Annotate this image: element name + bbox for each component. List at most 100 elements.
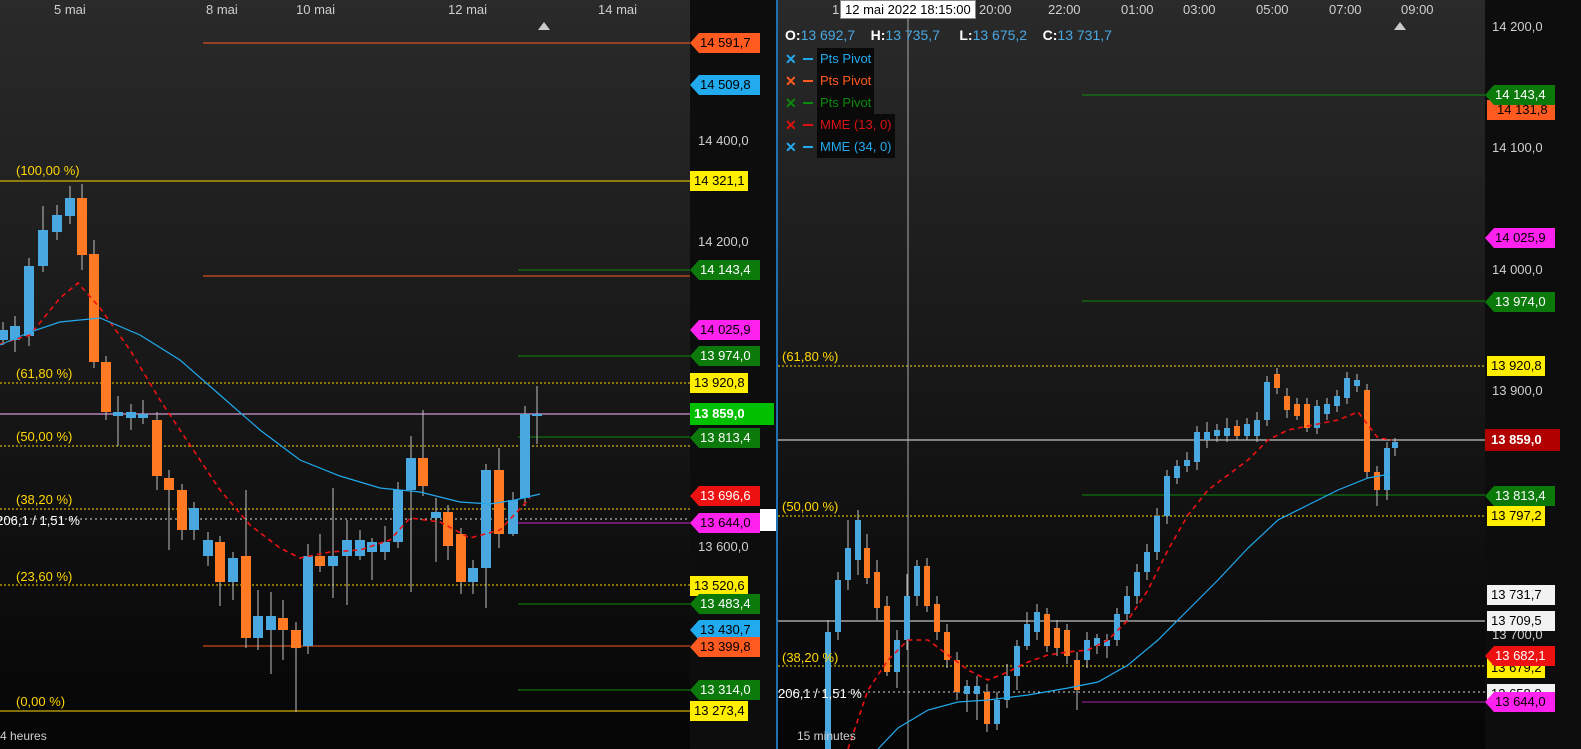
close-icon[interactable]: ✕ xyxy=(785,92,801,114)
scroll-marker-icon[interactable] xyxy=(538,22,550,30)
right-time-label: 01:00 xyxy=(1121,2,1154,17)
candle-body xyxy=(874,572,880,608)
right-time-label: 22:00 xyxy=(1048,2,1081,17)
current-price-tag: 13 859,0 xyxy=(690,403,774,425)
candle-body xyxy=(1024,624,1030,646)
price-tag: 13 920,8 xyxy=(690,373,748,393)
price-tick: 14 200,0 xyxy=(698,234,749,249)
fib-level-label: (0,00 %) xyxy=(16,694,66,709)
candle-body xyxy=(1344,378,1350,398)
candle-body xyxy=(1184,460,1190,466)
candle-body xyxy=(342,540,352,556)
candle-body xyxy=(266,616,276,630)
candle-body xyxy=(1364,390,1370,472)
close-icon[interactable]: ✕ xyxy=(785,114,801,136)
candle-body xyxy=(924,566,930,606)
left-price-chart[interactable] xyxy=(0,0,690,749)
candle-body xyxy=(532,414,542,416)
candle-body xyxy=(1392,442,1398,448)
left-chart-panel[interactable]: 5 mai 8 mai 10 mai 12 mai 14 mai (100,00… xyxy=(0,0,776,749)
candle-body xyxy=(328,556,338,566)
candle-body xyxy=(113,412,123,416)
left-date-label: 10 mai xyxy=(296,2,336,17)
legend-item-pivot-orange[interactable]: ✕ Pts Pivot xyxy=(785,70,895,92)
legend-item-pivot-blue[interactable]: ✕ Pts Pivot xyxy=(785,48,895,70)
candle-body xyxy=(291,630,301,648)
price-tick: 14 400,0 xyxy=(698,133,749,148)
price-tag: 14 591,7 xyxy=(690,33,760,53)
candle-body xyxy=(855,520,861,560)
right-chart-panel[interactable]: 1 20:00 22:00 01:00 03:00 05:00 07:00 09… xyxy=(778,0,1581,749)
right-price-chart[interactable] xyxy=(778,0,1581,749)
candle-body xyxy=(1214,430,1220,436)
candle-body xyxy=(1034,612,1040,632)
legend-item-mme-34[interactable]: ✕ MME (34, 0) xyxy=(785,136,895,158)
candle-body xyxy=(126,412,136,418)
candle-body xyxy=(1014,646,1020,676)
price-tag: 13 709,5 xyxy=(1487,611,1555,631)
legend-item-mme-13[interactable]: ✕ MME (13, 0) xyxy=(785,114,895,136)
price-tag: 13 682,1 xyxy=(1485,646,1555,666)
right-time-label: 03:00 xyxy=(1183,2,1216,17)
candle-body xyxy=(0,330,8,340)
candle-body xyxy=(1334,396,1340,406)
close-icon[interactable]: ✕ xyxy=(785,70,801,92)
scroll-marker-icon[interactable] xyxy=(1394,22,1406,30)
ohlc-readout: O:13 692,7 H:13 735,7 L:13 675,2 C:13 73… xyxy=(785,27,1112,43)
price-tag: 13 731,7 xyxy=(1487,585,1555,605)
candle-body xyxy=(215,542,225,582)
candle-body xyxy=(894,640,900,672)
candle-body xyxy=(1234,426,1240,436)
price-tag: 13 813,4 xyxy=(690,428,760,448)
candle-body xyxy=(1124,596,1130,614)
fib-level-label: (23,60 %) xyxy=(16,569,73,584)
price-tag: 13 813,4 xyxy=(1485,486,1555,506)
crosshair-time-tooltip: 12 mai 2022 18:15:00 xyxy=(840,0,976,19)
candle-body xyxy=(964,686,970,694)
candle-body xyxy=(367,542,377,552)
candle-body xyxy=(77,198,87,255)
legend-item-pivot-green[interactable]: ✕ Pts Pivot xyxy=(785,92,895,114)
price-tag: 13 520,6 xyxy=(690,576,748,596)
right-time-label: 05:00 xyxy=(1256,2,1289,17)
current-price-tag: 13 859,0 xyxy=(1485,429,1560,451)
candle-body xyxy=(1114,614,1120,640)
right-time-label: 09:00 xyxy=(1401,2,1434,17)
candle-body xyxy=(1294,404,1300,416)
price-tag: 13 644,0 xyxy=(1485,692,1555,712)
indicator-legend: ✕ Pts Pivot ✕ Pts Pivot ✕ Pts Pivot ✕ MME (1… xyxy=(785,48,895,158)
candle-body xyxy=(1044,614,1050,646)
fib-ratio-label: 206,1 / 1,51 % xyxy=(0,513,80,528)
candle-body xyxy=(278,618,288,630)
candle-body xyxy=(1174,466,1180,478)
price-tag: 13 920,8 xyxy=(1487,356,1545,376)
candle-body xyxy=(1154,516,1160,552)
candle-body xyxy=(1004,676,1010,700)
candle-body xyxy=(228,558,238,582)
candle-body xyxy=(101,362,111,412)
price-tick: 14 000,0 xyxy=(1492,262,1543,277)
fib-ratio-label: 206,1 / 1,51 % xyxy=(778,686,862,701)
candle-body xyxy=(1274,374,1280,388)
candle-body xyxy=(152,420,162,476)
candle-body xyxy=(914,566,920,596)
fib-level-label: (100,00 %) xyxy=(16,163,80,178)
candle-body xyxy=(520,414,530,498)
candle-body xyxy=(884,606,890,672)
candle-body xyxy=(904,596,910,640)
candle-body xyxy=(138,414,148,418)
candle-body xyxy=(1194,432,1200,462)
candle-body xyxy=(315,556,325,566)
price-tag: 13 974,0 xyxy=(1485,292,1555,312)
candle-body xyxy=(52,215,62,232)
close-icon[interactable]: ✕ xyxy=(785,48,801,70)
close-icon[interactable]: ✕ xyxy=(785,136,801,158)
candle-body xyxy=(468,568,478,582)
price-tick: 14 200,0 xyxy=(1492,19,1543,34)
left-date-label: 8 mai xyxy=(206,2,238,17)
candle-body xyxy=(954,660,960,692)
price-tag: 14 509,8 xyxy=(690,75,760,95)
ema-34-line xyxy=(0,317,541,505)
candle-body xyxy=(89,254,99,362)
price-tag: 13 696,6 xyxy=(690,486,760,506)
